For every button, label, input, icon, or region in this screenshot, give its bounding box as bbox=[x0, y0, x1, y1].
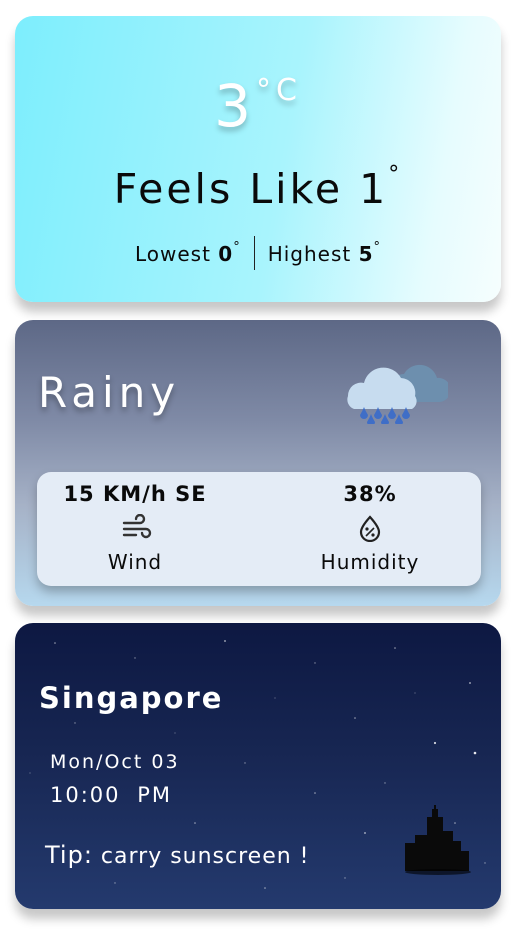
temperature-unit: °C bbox=[255, 73, 302, 108]
highest-degree: ° bbox=[373, 240, 382, 255]
lowest-temperature: Lowest 0° bbox=[135, 240, 241, 266]
lowest-label: Lowest bbox=[134, 242, 211, 266]
tip-text: Tip: carry sunscreen ! bbox=[45, 841, 310, 869]
weather-stats-panel: 15 KM/h SE Wind 38% Humidity bbox=[37, 472, 481, 586]
feels-like-degree: ° bbox=[388, 162, 403, 187]
date-text: Mon/Oct 03 bbox=[50, 751, 180, 773]
time-text: 10:00 PM bbox=[50, 783, 172, 807]
wind-label: Wind bbox=[107, 550, 163, 574]
feels-like: Feels Like 1° bbox=[15, 162, 501, 213]
wind-stat: 15 KM/h SE Wind bbox=[24, 472, 246, 586]
condition-card: Rainy 15 KM/h SE Wind 38% Humidity bbox=[15, 320, 501, 606]
humidity-label: Humidity bbox=[320, 550, 420, 574]
temperature-card: 3°C Feels Like 1° Lowest 0° Highest 5° bbox=[15, 16, 501, 302]
highest-label: Highest bbox=[267, 242, 352, 266]
highest-temperature: Highest 5° bbox=[268, 240, 381, 266]
current-temperature-value: 3 bbox=[214, 72, 256, 140]
tip-message: carry sunscreen ! bbox=[92, 844, 310, 869]
range-divider bbox=[253, 236, 255, 270]
city-skyline-icon bbox=[405, 805, 471, 875]
feels-like-label: Feels Like bbox=[113, 165, 344, 213]
tip-label: Tip: bbox=[45, 841, 93, 869]
current-temperature: 3°C bbox=[15, 72, 501, 140]
wind-value: 15 KM/h SE bbox=[63, 482, 207, 506]
lowest-value: 0 bbox=[218, 242, 234, 266]
location-card: Singapore Mon/Oct 03 10:00 PM Tip: carry… bbox=[15, 623, 501, 909]
humidity-drop-icon bbox=[359, 515, 381, 542]
humidity-stat: 38% Humidity bbox=[259, 472, 481, 586]
feels-like-value: 1 bbox=[359, 165, 389, 213]
rain-cloud-icon bbox=[347, 364, 448, 424]
city-name: Singapore bbox=[39, 681, 224, 715]
humidity-value: 38% bbox=[343, 482, 397, 506]
condition-title: Rainy bbox=[38, 368, 181, 417]
wind-icon bbox=[122, 514, 152, 539]
highest-value: 5 bbox=[358, 242, 374, 266]
lowest-degree: ° bbox=[233, 240, 241, 255]
temperature-range: Lowest 0° Highest 5° bbox=[15, 236, 501, 270]
